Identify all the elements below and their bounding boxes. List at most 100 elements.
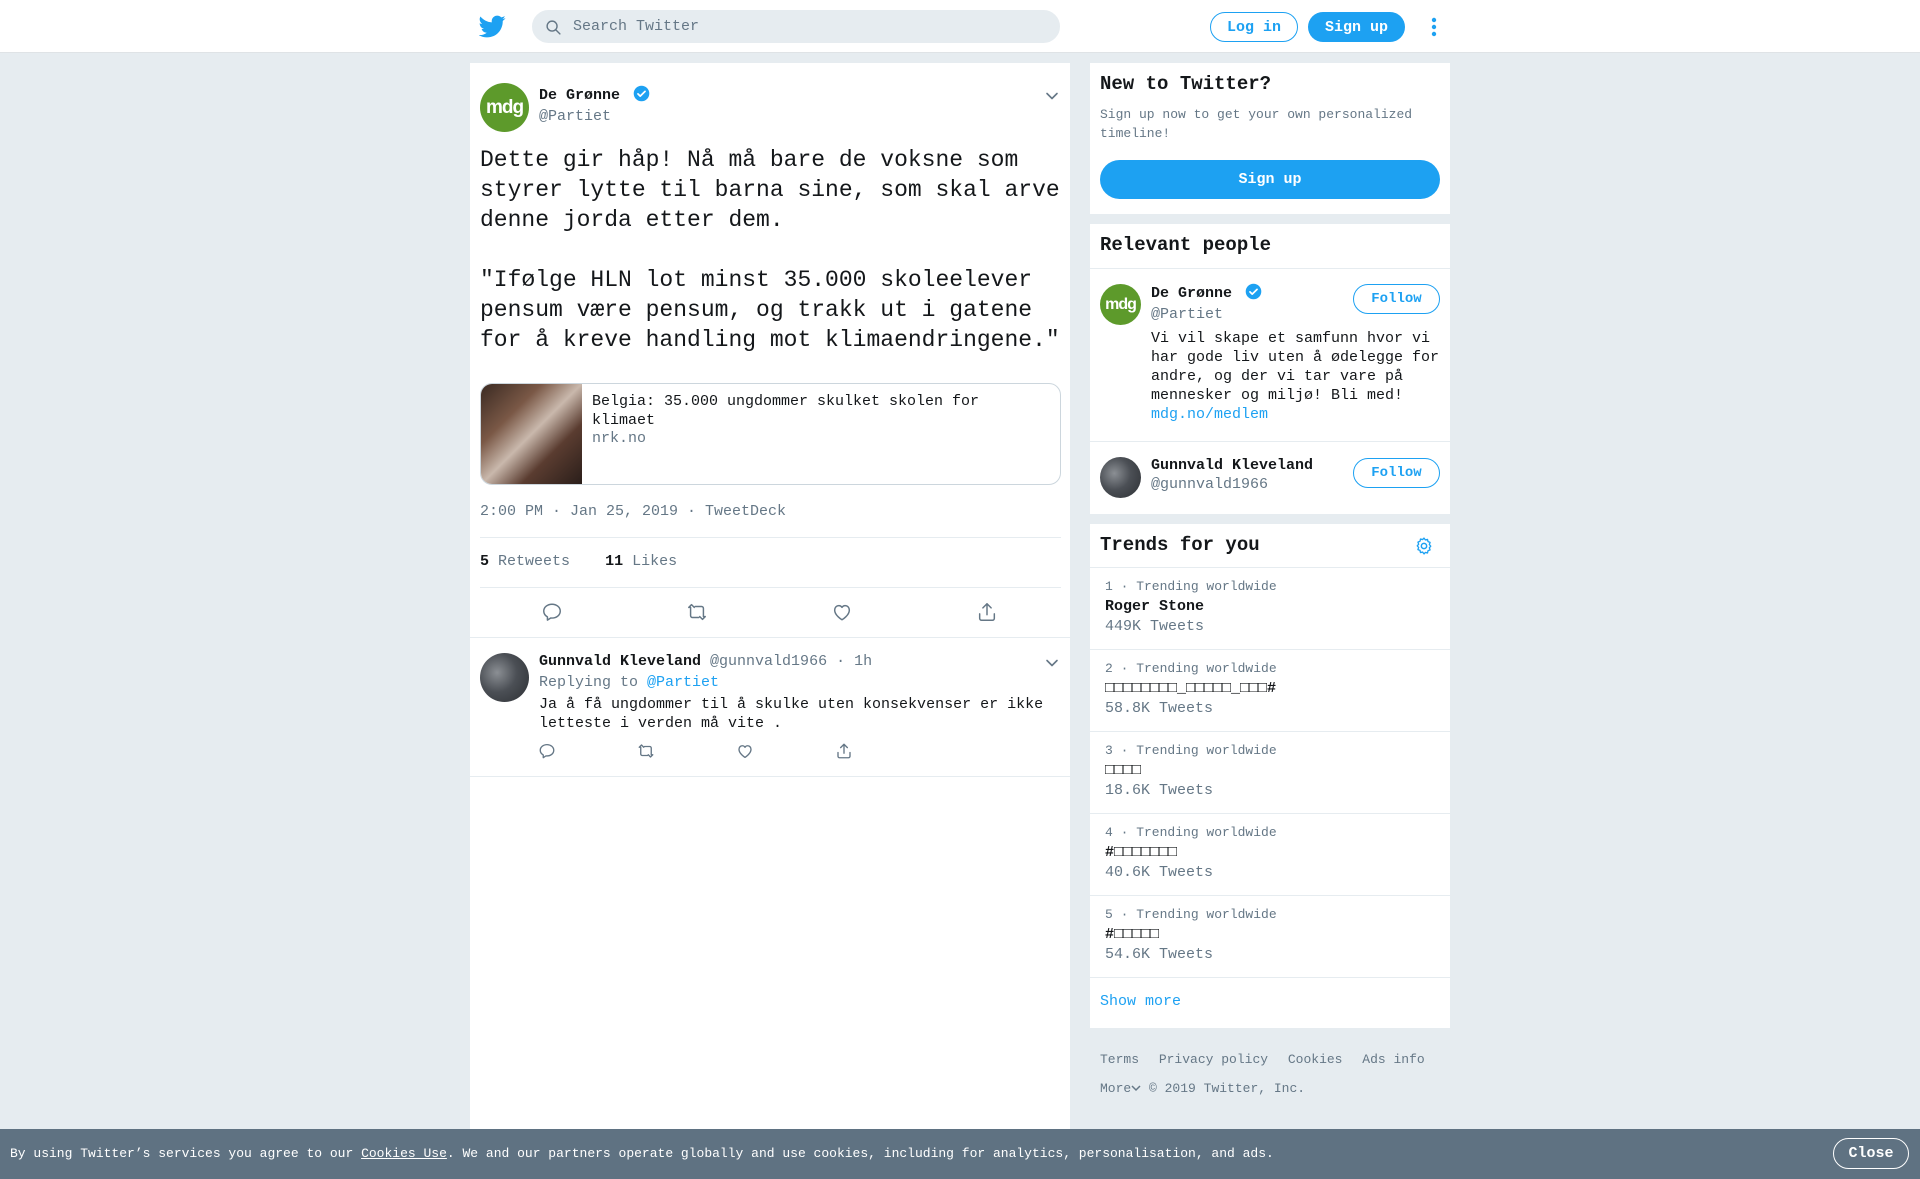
- retweet-icon[interactable]: [686, 601, 708, 623]
- more-options-icon[interactable]: [1430, 16, 1438, 38]
- trends-title: Trends for you: [1100, 534, 1260, 556]
- trend-meta: 5 · Trending worldwide: [1105, 907, 1277, 922]
- footer-more-label: More: [1100, 1081, 1132, 1096]
- avatar[interactable]: mdg: [480, 83, 529, 132]
- person-link[interactable]: mdg.no/medlem: [1151, 406, 1268, 423]
- trend-count: 58.8K Tweets: [1105, 700, 1214, 717]
- trend-item[interactable]: 1 · Trending worldwide Roger Stone 449K …: [1090, 567, 1450, 649]
- reply-header: Gunnvald Kleveland @gunnvald1966 · 1h: [539, 653, 872, 670]
- follow-button[interactable]: Follow: [1353, 458, 1440, 488]
- chevron-down-icon[interactable]: [1045, 656, 1059, 670]
- trend-meta: 3 · Trending worldwide: [1105, 743, 1277, 758]
- avatar[interactable]: [480, 653, 529, 702]
- search-box[interactable]: [532, 10, 1060, 43]
- top-bar: Log in Sign up: [0, 0, 1920, 53]
- trends-panel: Trends for you 1 · Trending worldwide Ro…: [1090, 524, 1450, 1028]
- person-bio: Vi vil skape et samfunn hvor vi har gode…: [1151, 330, 1440, 404]
- replying-to-link[interactable]: @Partiet: [647, 674, 719, 691]
- author-handle[interactable]: @Partiet: [539, 108, 611, 125]
- signup-button[interactable]: Sign up: [1308, 12, 1405, 42]
- avatar[interactable]: mdg: [1100, 284, 1141, 325]
- tweet-timestamp[interactable]: 2:00 PM · Jan 25, 2019 · TweetDeck: [480, 503, 786, 520]
- footer-link-privacy[interactable]: Privacy policy: [1159, 1052, 1268, 1067]
- divider: [1090, 441, 1450, 442]
- trend-count: 54.6K Tweets: [1105, 946, 1214, 963]
- divider: [1090, 977, 1450, 978]
- relevant-people-title: Relevant people: [1100, 234, 1272, 256]
- divider: [480, 587, 1061, 588]
- trend-item[interactable]: 2 · Trending worldwide □□□□□□□□_□□□□□_□□…: [1090, 649, 1450, 731]
- like-icon[interactable]: [736, 742, 754, 760]
- cookie-text-after: . We and our partners operate globally a…: [446, 1146, 1274, 1161]
- likes-label: Likes: [632, 553, 678, 570]
- person-name[interactable]: De Grønne: [1151, 285, 1232, 302]
- avatar[interactable]: [1100, 457, 1141, 498]
- like-icon[interactable]: [831, 601, 853, 623]
- reply-icon[interactable]: [538, 742, 556, 760]
- login-button[interactable]: Log in: [1210, 12, 1298, 42]
- share-icon[interactable]: [835, 742, 853, 760]
- trend-item[interactable]: 4 · Trending worldwide #□□□□□□□ 40.6K Tw…: [1090, 813, 1450, 895]
- tweet-author[interactable]: De Grønne: [539, 85, 650, 104]
- footer-link-ads[interactable]: Ads info: [1362, 1052, 1424, 1067]
- person-name[interactable]: Gunnvald Kleveland: [1151, 457, 1313, 474]
- author-name[interactable]: De Grønne: [539, 87, 620, 104]
- tweet-column: mdg De Grønne @Partiet Dette gir håp! Nå…: [470, 63, 1070, 1129]
- close-cookie-button[interactable]: Close: [1833, 1138, 1909, 1169]
- signup-subtitle: Sign up now to get your own personalized…: [1100, 107, 1413, 141]
- trend-item[interactable]: 5 · Trending worldwide #□□□□□ 54.6K Twee…: [1090, 895, 1450, 977]
- verified-badge-icon: [1245, 283, 1261, 300]
- trend-name[interactable]: Roger Stone: [1105, 598, 1204, 615]
- trend-count: 18.6K Tweets: [1105, 782, 1214, 799]
- retweets-count: 5: [480, 553, 490, 570]
- reply-author-handle[interactable]: @gunnvald1966: [710, 653, 827, 670]
- card-image: [481, 384, 582, 484]
- trend-name[interactable]: □□□□: [1105, 762, 1141, 779]
- trend-meta: 1 · Trending worldwide: [1105, 579, 1277, 594]
- reply-tweet[interactable]: Gunnvald Kleveland @gunnvald1966 · 1h Re…: [470, 638, 1070, 778]
- trend-meta: 2 · Trending worldwide: [1105, 661, 1277, 676]
- reply-icon[interactable]: [541, 601, 563, 623]
- search-input[interactable]: [573, 11, 1043, 42]
- tweet-text: Dette gir håp! Nå må bare de voksne som …: [480, 147, 1060, 353]
- chevron-down-icon: [1131, 1085, 1141, 1092]
- trend-name[interactable]: #□□□□□□□: [1105, 844, 1177, 861]
- signup-panel-button[interactable]: Sign up: [1100, 160, 1440, 199]
- twitter-bird-icon[interactable]: [479, 13, 506, 40]
- retweet-icon[interactable]: [637, 742, 655, 760]
- signup-panel: New to Twitter? Sign up now to get your …: [1090, 63, 1450, 214]
- verified-badge-icon: [633, 85, 649, 102]
- replying-to-label: Replying to: [539, 674, 639, 691]
- retweets-stat[interactable]: 5 Retweets: [480, 553, 570, 570]
- trend-name[interactable]: □□□□□□□□_□□□□□_□□□#: [1105, 680, 1276, 697]
- reply-text: Ja å få ungdommer til å skulke uten kons…: [539, 696, 1044, 732]
- share-icon[interactable]: [976, 601, 998, 623]
- footer-secondary: More © 2019 Twitter, Inc.: [1100, 1081, 1305, 1096]
- person-handle[interactable]: @gunnvald1966: [1151, 476, 1268, 493]
- settings-gear-icon[interactable]: [1414, 536, 1434, 556]
- link-card[interactable]: Belgia: 35.000 ungdommer skulket skolen …: [480, 383, 1061, 485]
- divider: [470, 776, 1070, 777]
- card-title[interactable]: Belgia: 35.000 ungdommer skulket skolen …: [592, 392, 1032, 430]
- footer-link-terms[interactable]: Terms: [1100, 1052, 1139, 1067]
- search-icon: [546, 20, 561, 35]
- footer-link-cookies[interactable]: Cookies: [1288, 1052, 1343, 1067]
- footer-more[interactable]: More: [1100, 1081, 1141, 1096]
- cookies-use-link[interactable]: Cookies Use: [361, 1146, 447, 1161]
- relevant-people-panel: Relevant people mdg De Grønne @Partiet F…: [1090, 224, 1450, 514]
- trend-meta: 4 · Trending worldwide: [1105, 825, 1277, 840]
- trend-item[interactable]: 3 · Trending worldwide □□□□ 18.6K Tweets: [1090, 731, 1450, 813]
- trend-name[interactable]: #□□□□□: [1105, 926, 1159, 943]
- person-name-row[interactable]: De Grønne: [1151, 283, 1262, 302]
- cookie-text: By using Twitter’s services you agree to…: [10, 1146, 1274, 1161]
- show-more-link[interactable]: Show more: [1100, 993, 1181, 1010]
- person-handle[interactable]: @Partiet: [1151, 306, 1223, 323]
- divider: [480, 537, 1061, 538]
- cookie-banner: By using Twitter’s services you agree to…: [0, 1129, 1920, 1179]
- tweet-stats: 5 Retweets 11 Likes: [480, 553, 677, 570]
- chevron-down-icon[interactable]: [1045, 89, 1059, 103]
- follow-button[interactable]: Follow: [1353, 284, 1440, 314]
- reply-time[interactable]: · 1h: [836, 653, 872, 670]
- likes-stat[interactable]: 11 Likes: [605, 553, 677, 570]
- reply-author-name[interactable]: Gunnvald Kleveland: [539, 653, 701, 670]
